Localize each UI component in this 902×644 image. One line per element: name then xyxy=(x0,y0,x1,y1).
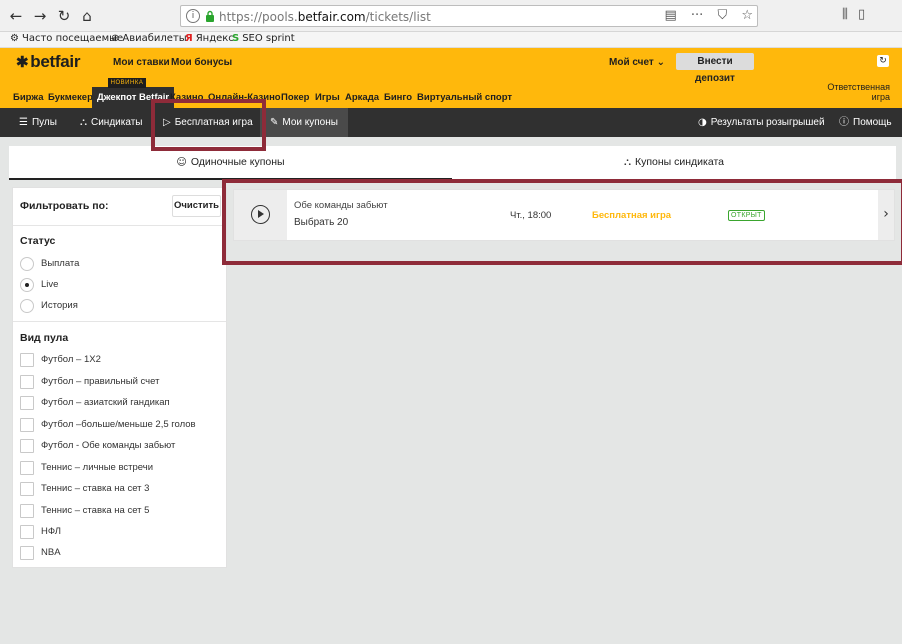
nav-arcade[interactable]: Аркада xyxy=(345,92,379,103)
pocket-icon[interactable]: ⛉ xyxy=(717,8,727,23)
clear-filter-button[interactable]: Очистить xyxy=(172,195,221,217)
bookmark-frequent[interactable]: ⚙ Часто посещаемые xyxy=(10,33,123,44)
filter-panel: Фильтровать по: Очистить Статус Выплата … xyxy=(12,187,227,568)
reload-icon[interactable]: ↻ xyxy=(54,6,74,26)
pools-subnav: ☰ Пулы ⛬ Синдикаты ▷ Бесплатная игра ✎ Мои к… xyxy=(0,108,902,137)
pool-type-title: Вид пула xyxy=(20,332,69,344)
bookmark-star-icon[interactable]: ☆ xyxy=(741,8,753,23)
my-coupons-link[interactable]: ✎ Мои купоны xyxy=(260,108,348,137)
nav-bingo[interactable]: Бинго xyxy=(384,92,412,103)
address-bar[interactable]: i https://pools.betfair.com/tickets/list… xyxy=(180,5,758,27)
bookmarks-bar: ⚙ Часто посещаемые ⊕ Авиабилеты Я Яндекс SS… xyxy=(0,32,902,48)
people-icon: ⛬ xyxy=(623,157,631,168)
checkbox[interactable] xyxy=(20,525,34,539)
ticket-icon: ✎ xyxy=(270,117,279,128)
tab-single-coupons[interactable]: ☺ Одиночные купоны xyxy=(9,146,452,180)
checkbox[interactable] xyxy=(20,396,34,410)
checkbox[interactable] xyxy=(20,546,34,560)
bookmark-yandex[interactable]: Я Яндекс xyxy=(185,33,234,44)
chevron-down-icon: ⌄ xyxy=(656,57,665,68)
pools-link[interactable]: ☰ Пулы xyxy=(19,108,57,137)
home-icon[interactable]: ⌂ xyxy=(77,6,97,26)
help-link[interactable]: ⓘ Помощь xyxy=(839,108,892,137)
yandex-icon: Я xyxy=(185,33,193,44)
account-menu[interactable]: Мой счет ⌄ xyxy=(609,57,665,68)
responsible-gaming-link[interactable]: Ответственная игра xyxy=(820,82,890,102)
checkbox[interactable] xyxy=(20,504,34,518)
radio-button[interactable] xyxy=(20,299,34,313)
reader-view-icon[interactable]: ▤ xyxy=(664,8,676,23)
radio-button[interactable] xyxy=(20,257,34,271)
bookmark-seo[interactable]: S SEO sprint xyxy=(232,33,295,44)
refresh-icon[interactable]: ↻ xyxy=(877,55,889,67)
radio-button-selected[interactable] xyxy=(20,278,34,292)
info-icon: ⓘ xyxy=(839,117,849,128)
logo-icon: ✱ xyxy=(16,54,29,71)
status-title: Статус xyxy=(20,235,56,247)
highlight-free-game xyxy=(151,99,266,151)
user-circle-icon: ☺ xyxy=(176,157,187,168)
url-text: https://pools.betfair.com/tickets/list xyxy=(219,10,431,24)
coupon-tabs: ☺ Одиночные купоны ⛬ Купоны синдиката xyxy=(9,146,896,180)
checkbox[interactable] xyxy=(20,439,34,453)
globe-icon: ⊕ xyxy=(111,33,120,44)
draw-results-link[interactable]: ◑ Результаты розыгрышей xyxy=(698,108,825,137)
syndicates-link[interactable]: ⛬ Синдикаты xyxy=(80,108,142,137)
nav-exchange[interactable]: Биржа xyxy=(13,92,43,103)
site-info-icon[interactable]: i xyxy=(186,9,200,23)
nav-sportsbook[interactable]: Букмекер xyxy=(48,92,93,103)
library-icon[interactable]: ⫼ xyxy=(842,7,848,22)
checkbox[interactable] xyxy=(20,461,34,475)
betfair-logo[interactable]: ✱ betfair xyxy=(16,52,80,72)
new-badge: НОВИНКА xyxy=(108,78,146,88)
bookmark-flights[interactable]: ⊕ Авиабилеты xyxy=(111,33,187,44)
sidebar-icon[interactable]: ▯ xyxy=(858,7,865,22)
more-actions-icon[interactable]: ··· xyxy=(691,8,703,23)
lock-icon xyxy=(206,10,214,22)
deposit-button[interactable]: Внести депозит xyxy=(676,53,754,84)
results-icon: ◑ xyxy=(698,117,707,128)
people-icon: ⛬ xyxy=(80,117,87,128)
my-bets-link[interactable]: Мои ставки xyxy=(113,57,170,68)
forward-icon[interactable]: → xyxy=(30,6,50,26)
checkbox[interactable] xyxy=(20,418,34,432)
highlight-coupon xyxy=(222,179,902,265)
my-bonuses-link[interactable]: Мои бонусы xyxy=(171,57,232,68)
divider xyxy=(13,225,226,226)
checkbox[interactable] xyxy=(20,482,34,496)
checkbox[interactable] xyxy=(20,353,34,367)
list-icon: ☰ xyxy=(19,117,28,128)
checkbox[interactable] xyxy=(20,375,34,389)
gear-icon: ⚙ xyxy=(10,33,19,44)
filter-title: Фильтровать по: xyxy=(20,200,109,212)
seo-icon: S xyxy=(232,33,240,44)
nav-games[interactable]: Игры xyxy=(315,92,340,103)
browser-toolbar: ← → ↻ ⌂ i https://pools.betfair.com/tick… xyxy=(0,0,902,32)
tab-syndicate-coupons[interactable]: ⛬ Купоны синдиката xyxy=(452,146,896,180)
divider xyxy=(13,321,226,322)
nav-virtual-sports[interactable]: Виртуальный спорт xyxy=(417,92,512,103)
back-icon[interactable]: ← xyxy=(6,6,26,26)
nav-poker[interactable]: Покер xyxy=(281,92,309,103)
